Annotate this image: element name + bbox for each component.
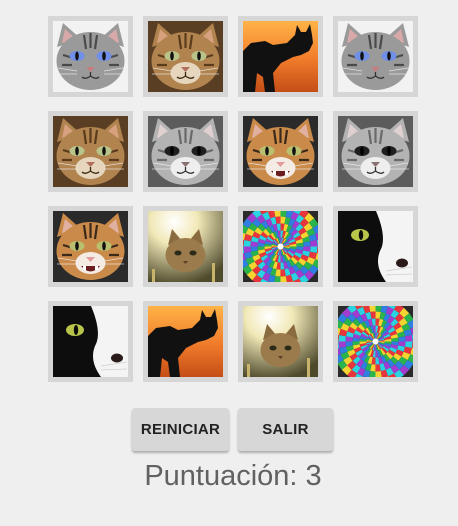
card-grid (48, 16, 418, 382)
black-white-cat-closeup-icon (53, 306, 128, 377)
memory-card[interactable] (238, 16, 323, 97)
memory-card[interactable] (333, 206, 418, 287)
psychedelic-spiral-icon (338, 306, 413, 377)
memory-card[interactable] (48, 206, 133, 287)
black-white-cat-closeup-icon (338, 211, 413, 282)
memory-card[interactable] (333, 111, 418, 192)
memory-card[interactable] (143, 111, 228, 192)
memory-card[interactable] (143, 206, 228, 287)
kitten-in-light-icon (243, 306, 318, 377)
memory-card[interactable] (333, 301, 418, 382)
score-label: Puntuación: 3 (144, 460, 322, 492)
memory-card[interactable] (238, 111, 323, 192)
brown-tabby-cat-icon (53, 116, 128, 187)
cat-silhouette-sunset-icon (148, 306, 223, 377)
exit-button[interactable]: SALIR (238, 408, 333, 451)
memory-card[interactable] (48, 16, 133, 97)
button-row: REINICIAR SALIR (132, 408, 333, 451)
memory-card[interactable] (143, 301, 228, 382)
memory-card[interactable] (48, 301, 133, 382)
calico-cat-mouth-open-icon (53, 211, 128, 282)
cat-silhouette-sunset-icon (243, 21, 318, 92)
restart-button[interactable]: REINICIAR (132, 408, 229, 451)
gray-kitten-bw-icon (148, 116, 223, 187)
psychedelic-spiral-icon (243, 211, 318, 282)
kitten-in-light-icon (148, 211, 223, 282)
blue-eyed-gray-cat-icon (338, 21, 413, 92)
memory-card[interactable] (238, 206, 323, 287)
blue-eyed-gray-cat-icon (53, 21, 128, 92)
memory-card[interactable] (333, 16, 418, 97)
calico-cat-mouth-open-icon (243, 116, 318, 187)
memory-card[interactable] (143, 16, 228, 97)
memory-card[interactable] (238, 301, 323, 382)
brown-tabby-cat-icon (148, 21, 223, 92)
gray-kitten-bw-icon (338, 116, 413, 187)
memory-card[interactable] (48, 111, 133, 192)
